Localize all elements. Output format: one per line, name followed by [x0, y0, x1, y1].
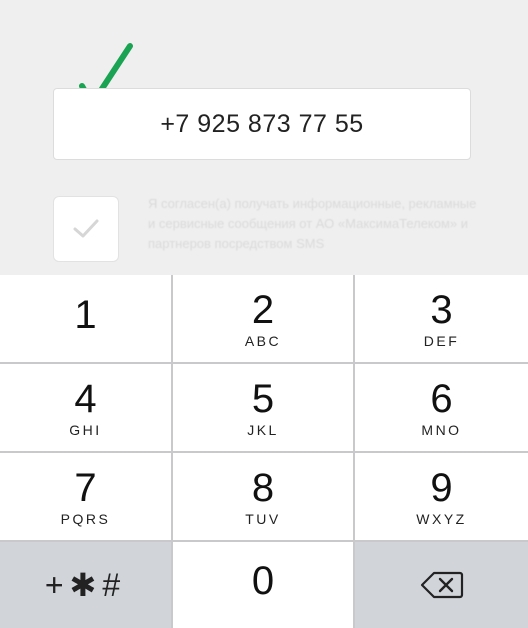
check-icon	[73, 219, 99, 238]
key-4[interactable]: 4 GHI	[0, 364, 171, 451]
form-area: +7 925 873 77 55 Я согласен(а) получать …	[0, 0, 528, 275]
key-digit: 0	[251, 559, 275, 603]
key-letters: JKL	[247, 421, 279, 438]
phone-value: +7 925 873 77 55	[160, 109, 364, 138]
key-letters: WXYZ	[416, 510, 467, 527]
key-letters: ABC	[244, 332, 282, 349]
symbols-label: +✱#	[44, 567, 127, 603]
delete-key[interactable]	[355, 542, 528, 628]
key-digit: 3	[430, 287, 453, 332]
key-letters: TUV	[245, 510, 281, 527]
key-digit: 6	[430, 376, 453, 421]
key-0[interactable]: 0	[173, 542, 353, 628]
key-7[interactable]: 7 PQRS	[0, 453, 171, 540]
key-letters: MNO	[421, 421, 462, 438]
key-6[interactable]: 6 MNO	[355, 364, 528, 451]
symbols-key[interactable]: +✱#	[0, 542, 171, 628]
key-5[interactable]: 5 JKL	[173, 364, 353, 451]
key-8[interactable]: 8 TUV	[173, 453, 353, 540]
phone-input[interactable]: +7 925 873 77 55	[53, 88, 471, 160]
consent-checkbox[interactable]	[53, 196, 119, 262]
key-9[interactable]: 9 WXYZ	[355, 453, 528, 540]
key-1[interactable]: 1	[0, 275, 171, 362]
backspace-icon	[420, 571, 463, 599]
key-digit: 8	[251, 465, 275, 510]
key-letters: DEF	[423, 332, 460, 349]
key-digit: 5	[251, 376, 275, 421]
key-3[interactable]: 3 DEF	[355, 275, 528, 362]
key-letters: GHI	[69, 421, 102, 438]
key-2[interactable]: 2 ABC	[173, 275, 353, 362]
key-letters: PQRS	[60, 510, 111, 527]
key-digit: 4	[74, 376, 97, 421]
key-digit: 7	[74, 465, 97, 510]
numeric-keypad: 1 2 ABC 3 DEF 4 GHI 5 JKL 6 MNO 7 PQRS 8…	[0, 275, 528, 628]
key-digit: 9	[430, 465, 453, 510]
consent-label: Я согласен(а) получать информационные, р…	[148, 196, 477, 251]
key-digit: 2	[251, 287, 275, 332]
key-digit: 1	[74, 292, 97, 337]
